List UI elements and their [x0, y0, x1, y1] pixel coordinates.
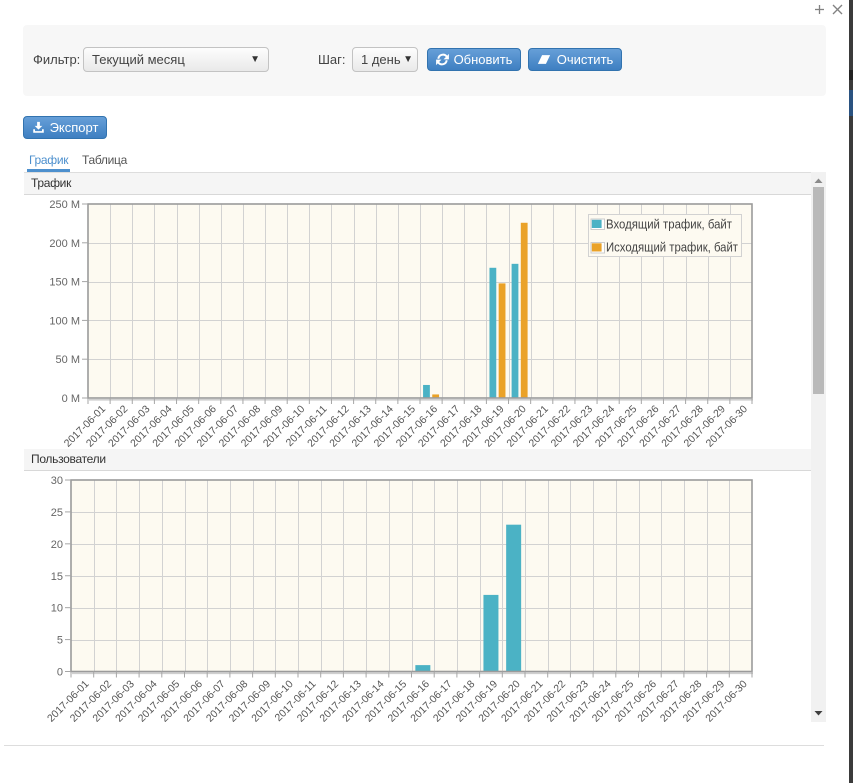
- svg-text:200 M: 200 M: [49, 238, 80, 250]
- svg-text:0 M: 0 M: [62, 393, 80, 405]
- svg-text:25: 25: [51, 507, 63, 519]
- svg-text:50 M: 50 M: [56, 354, 80, 366]
- svg-text:10: 10: [51, 603, 63, 615]
- svg-text:100 M: 100 M: [49, 315, 80, 327]
- svg-text:Входящий трафик, байт: Входящий трафик, байт: [606, 218, 732, 232]
- svg-text:15: 15: [51, 571, 63, 583]
- svg-text:5: 5: [57, 635, 63, 647]
- svg-text:250 M: 250 M: [49, 199, 80, 211]
- svg-text:0: 0: [57, 667, 63, 679]
- svg-text:20: 20: [51, 539, 63, 551]
- svg-text:30: 30: [51, 475, 63, 487]
- svg-text:150 M: 150 M: [49, 277, 80, 289]
- svg-text:Исходящий трафик, байт: Исходящий трафик, байт: [606, 241, 738, 255]
